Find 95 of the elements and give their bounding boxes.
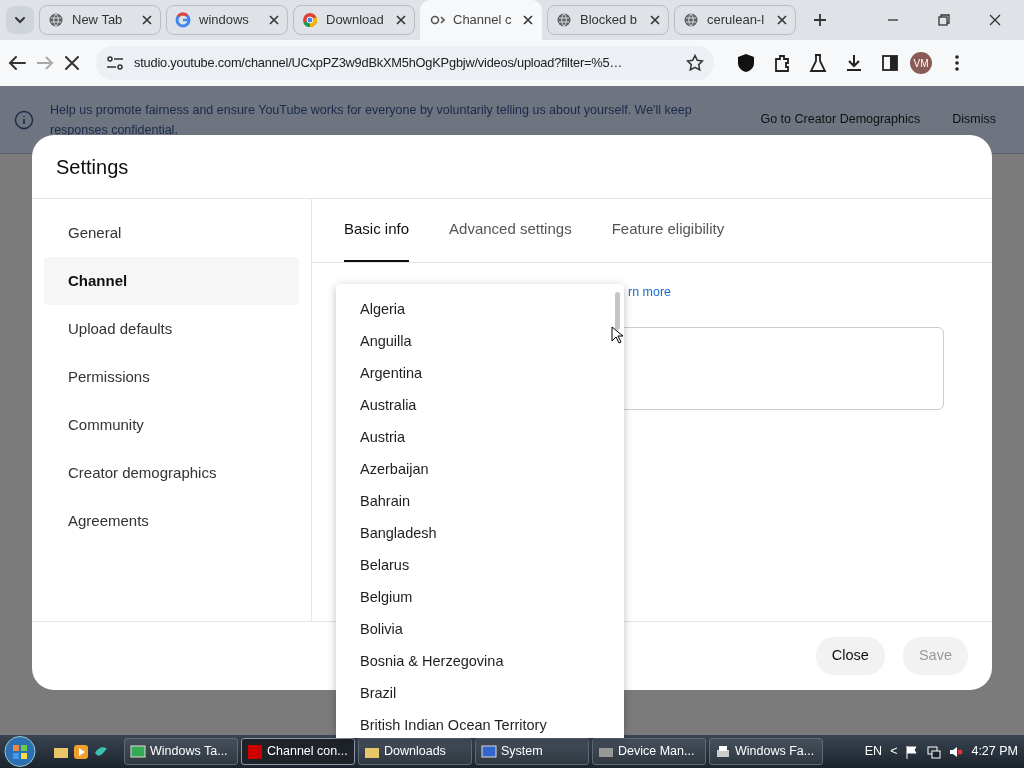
browser-tab[interactable]: New Tab <box>39 5 161 35</box>
settings-nav-item[interactable]: Community <box>44 401 299 449</box>
dropdown-option[interactable]: Bosnia & Herzegovina <box>336 646 608 678</box>
dropdown-option[interactable]: Brazil <box>336 678 608 710</box>
dropdown-option[interactable]: Argentina <box>336 358 608 390</box>
new-tab-icon[interactable] <box>813 13 827 27</box>
dropdown-option[interactable]: Azerbaijan <box>336 454 608 486</box>
settings-nav-item[interactable]: Creator demographics <box>44 449 299 497</box>
taskbar-button[interactable]: Channel con... <box>241 738 355 765</box>
dropdown-option[interactable]: Australia <box>336 390 608 422</box>
tab-title: cerulean-l <box>707 11 766 30</box>
tab-search-button[interactable] <box>6 6 34 34</box>
url-text: studio.youtube.com/channel/UCxpPZ3w9dBkXM5hOgKPgbjw/videos/upload?filter=%5… <box>134 54 624 73</box>
menu-icon[interactable] <box>954 54 960 72</box>
address-bar[interactable]: studio.youtube.com/channel/UCxpPZ3w9dBkXM5hOgKPgbjw/videos/upload?filter=%5… <box>96 46 714 80</box>
taskbar-button[interactable]: Device Man... <box>592 738 706 765</box>
settings-nav-item[interactable]: Permissions <box>44 353 299 401</box>
settings-tab[interactable]: Advanced settings <box>449 199 572 262</box>
dropdown-option[interactable]: British Indian Ocean Territory <box>336 710 608 738</box>
dropdown-option[interactable]: Bangladesh <box>336 518 608 550</box>
globe-icon <box>683 12 699 28</box>
monitor-icon <box>130 743 146 760</box>
close-icon[interactable] <box>523 15 533 25</box>
close-icon[interactable] <box>269 15 279 25</box>
tab-title: New Tab <box>72 11 124 30</box>
taskbar-button[interactable]: Downloads <box>358 738 472 765</box>
extensions-icon[interactable] <box>772 53 792 73</box>
info-icon <box>14 109 34 130</box>
dialog-title: Settings <box>32 135 992 199</box>
dialog-button[interactable]: Close <box>815 637 885 675</box>
task-label: Downloads <box>384 743 446 761</box>
browser-tab[interactable]: cerulean-l <box>674 5 796 35</box>
back-icon[interactable] <box>8 55 26 71</box>
task-label: Windows Ta... <box>150 743 228 761</box>
task-label: Channel con... <box>267 743 348 761</box>
caret-icon <box>15 16 25 24</box>
close-icon[interactable] <box>396 15 406 25</box>
globe-icon <box>556 12 572 28</box>
close-icon[interactable] <box>650 15 660 25</box>
media-icon[interactable] <box>73 743 89 760</box>
close-icon[interactable] <box>988 13 1002 27</box>
browser-tab[interactable]: Download <box>293 5 415 35</box>
dropdown-option[interactable]: Austria <box>336 422 608 454</box>
banner-button[interactable]: Go to Creator Demographics <box>752 110 929 129</box>
tab-title: Download <box>326 11 385 30</box>
scrollbar-thumb[interactable] <box>615 292 620 330</box>
tab-title: Blocked b <box>580 11 639 30</box>
task-label: Device Man... <box>618 743 695 761</box>
tray-expand-button[interactable]: < <box>890 742 898 761</box>
browser-tab[interactable]: Blocked b <box>547 5 669 35</box>
dropdown-option[interactable]: Algeria <box>336 294 608 326</box>
flag-icon[interactable] <box>905 744 920 759</box>
dropdown-option[interactable]: Bahrain <box>336 486 608 518</box>
task-label: Windows Fa... <box>735 743 815 761</box>
close-icon[interactable] <box>142 15 152 25</box>
network-icon[interactable] <box>927 744 942 759</box>
tab-title: windows <box>199 11 250 30</box>
browser-tab[interactable]: Channel c <box>420 0 542 40</box>
language-indicator[interactable]: EN <box>864 742 883 761</box>
clock[interactable]: 4:27 PM <box>971 742 1018 761</box>
star-icon[interactable] <box>686 54 704 72</box>
dropdown-option[interactable]: Belarus <box>336 550 608 582</box>
chrome-icon <box>302 12 318 28</box>
settings-nav-item[interactable]: Channel <box>44 257 299 305</box>
settings-nav-item[interactable]: General <box>44 209 299 257</box>
taskbar-button[interactable]: Windows Fa... <box>709 738 823 765</box>
settings-nav-item[interactable]: Agreements <box>44 497 299 545</box>
banner-button[interactable]: Dismiss <box>944 110 1004 129</box>
stop-icon[interactable] <box>64 55 80 71</box>
settings-tab[interactable]: Basic info <box>344 199 410 262</box>
dropdown-option[interactable]: Bolivia <box>336 614 608 646</box>
settings-tab[interactable]: Feature eligibility <box>611 199 725 262</box>
side-panel-icon[interactable] <box>880 53 900 73</box>
dropdown-option[interactable]: Belgium <box>336 582 608 614</box>
monitor-icon <box>481 743 497 760</box>
learn-more-link[interactable]: rn more <box>628 283 672 302</box>
profile-avatar[interactable]: VM <box>910 52 932 74</box>
tab-title: Channel c <box>453 11 513 30</box>
browser-tab[interactable]: windows <box>166 5 288 35</box>
google-icon <box>175 12 191 28</box>
taskbar-button[interactable]: System <box>475 738 589 765</box>
flask-icon[interactable] <box>808 53 828 73</box>
settings-nav-item[interactable]: Upload defaults <box>44 305 299 353</box>
task-label: System <box>501 743 543 761</box>
close-icon[interactable] <box>777 15 787 25</box>
restore-icon[interactable] <box>937 13 951 27</box>
taskbar-button[interactable]: Windows Ta... <box>124 738 238 765</box>
app-icon <box>247 743 263 760</box>
download-icon[interactable] <box>844 53 864 73</box>
globe-icon <box>48 12 64 28</box>
muted-speaker-icon[interactable] <box>949 744 964 759</box>
printer-icon <box>715 743 731 760</box>
site-info-icon[interactable] <box>106 55 124 71</box>
dropdown-option[interactable]: Anguilla <box>336 326 608 358</box>
shield-icon[interactable] <box>736 53 756 73</box>
